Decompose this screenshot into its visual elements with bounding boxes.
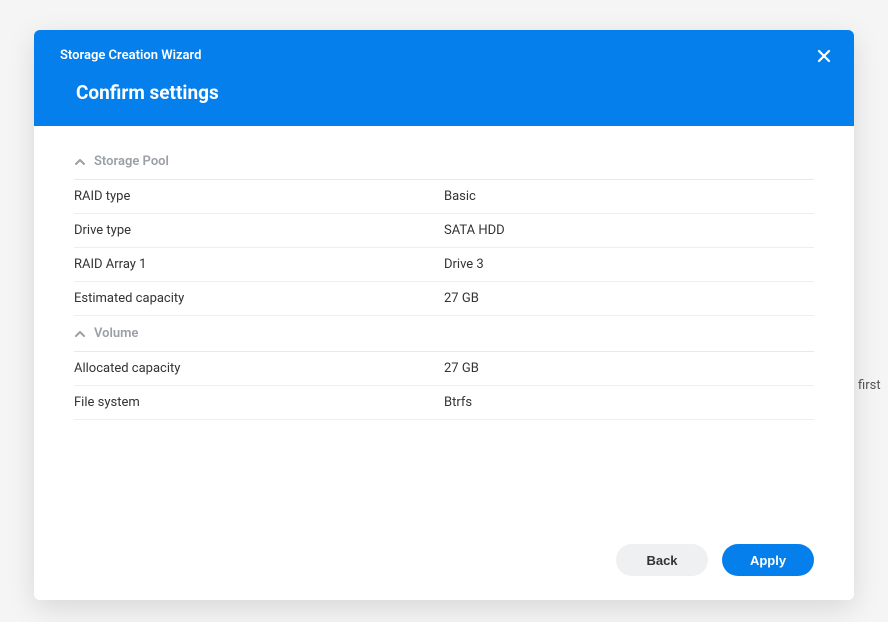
section-header-storage-pool[interactable]: Storage Pool <box>74 144 814 180</box>
row-drive-type: Drive type SATA HDD <box>74 214 814 248</box>
dialog-title: Storage Creation Wizard <box>60 48 828 63</box>
dialog-header: Storage Creation Wizard Confirm settings <box>34 30 854 126</box>
dialog-content: Storage Pool RAID type Basic Drive type … <box>34 126 854 526</box>
step-heading: Confirm settings <box>60 81 828 104</box>
row-value: SATA HDD <box>444 223 814 238</box>
apply-button[interactable]: Apply <box>722 544 814 576</box>
back-button[interactable]: Back <box>616 544 708 576</box>
row-allocated-capacity: Allocated capacity 27 GB <box>74 352 814 386</box>
background-text: first <box>858 378 881 393</box>
chevron-up-icon <box>74 156 86 168</box>
row-raid-type: RAID type Basic <box>74 180 814 214</box>
row-value: Basic <box>444 189 814 204</box>
close-button[interactable] <box>812 44 836 68</box>
row-estimated-capacity: Estimated capacity 27 GB <box>74 282 814 316</box>
row-value: 27 GB <box>444 291 814 306</box>
row-label: RAID Array 1 <box>74 257 444 272</box>
chevron-up-icon <box>74 328 86 340</box>
row-file-system: File system Btrfs <box>74 386 814 420</box>
dialog-footer: Back Apply <box>34 526 854 600</box>
row-label: RAID type <box>74 189 444 204</box>
row-label: Estimated capacity <box>74 291 444 306</box>
storage-wizard-dialog: Storage Creation Wizard Confirm settings… <box>34 30 854 600</box>
section-header-volume[interactable]: Volume <box>74 316 814 352</box>
section-title: Storage Pool <box>94 154 169 169</box>
section-title: Volume <box>94 326 138 341</box>
row-value: Btrfs <box>444 395 814 410</box>
row-label: File system <box>74 395 444 410</box>
row-value: Drive 3 <box>444 257 814 272</box>
row-label: Allocated capacity <box>74 361 444 376</box>
row-raid-array-1: RAID Array 1 Drive 3 <box>74 248 814 282</box>
row-label: Drive type <box>74 223 444 238</box>
row-value: 27 GB <box>444 361 814 376</box>
close-icon <box>817 49 831 63</box>
